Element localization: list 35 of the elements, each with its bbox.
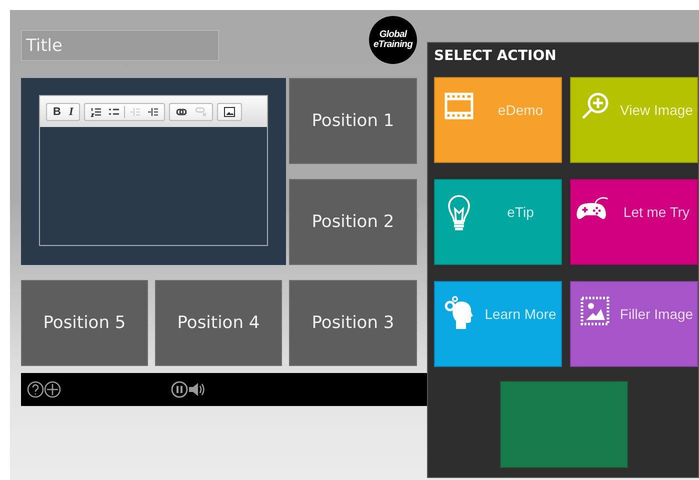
tile-label: Let me Try <box>622 204 691 220</box>
italic-button[interactable]: I <box>66 104 76 120</box>
bold-button[interactable]: B <box>50 104 64 120</box>
unlink-icon <box>195 107 206 116</box>
logo-text: eTraining <box>374 40 412 50</box>
help-icon[interactable] <box>27 381 44 398</box>
picture-frame-icon <box>580 296 610 326</box>
tile-label: Learn More <box>484 306 558 322</box>
film-icon <box>444 92 474 120</box>
tile-label: View Image <box>619 102 694 118</box>
tile-label: eTip <box>506 204 535 220</box>
pause-icon[interactable] <box>171 381 188 398</box>
bullet-list-icon <box>109 106 120 116</box>
position-slot[interactable]: Position 4 <box>155 280 282 366</box>
tile-label: eDemo <box>496 102 544 118</box>
action-tile[interactable]: Filler Image <box>570 281 698 367</box>
position-slot[interactable]: Position 5 <box>21 280 148 366</box>
panel-title: SELECT ACTION <box>434 48 558 66</box>
logo-text: Global <box>379 30 407 40</box>
speaker-icon[interactable] <box>188 382 205 397</box>
head-with-gears-icon <box>444 296 474 330</box>
numbered-list-icon <box>91 106 102 116</box>
light-bulb-icon <box>447 194 471 232</box>
link-icon <box>176 108 188 116</box>
indent-icon <box>148 106 158 116</box>
position-slot[interactable]: Position 2 <box>289 179 417 265</box>
add-icon[interactable] <box>44 381 61 398</box>
position-slot[interactable]: Position 3 <box>289 280 417 366</box>
image-icon <box>224 106 236 116</box>
outdent-icon <box>130 106 140 116</box>
title-field[interactable]: Title <box>21 30 219 61</box>
text-editor[interactable]: B I <box>39 95 268 246</box>
tile-label: Filler Image <box>618 306 694 322</box>
action-tile[interactable]: Let me Try <box>570 179 698 265</box>
position-slot[interactable]: Position 1 <box>289 78 417 164</box>
